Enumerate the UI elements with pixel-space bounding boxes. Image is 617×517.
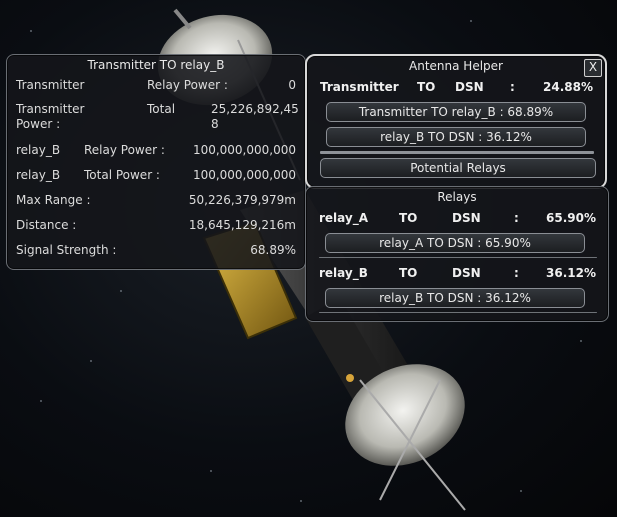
- tx-row-value: 100,000,000,000: [192, 168, 296, 182]
- tx-row-sub: Relay Power :: [147, 78, 228, 92]
- tx-row-value: 100,000,000,000: [192, 143, 296, 157]
- divider: [319, 312, 597, 313]
- relay-percent: 65.90%: [546, 211, 596, 225]
- tx-row-sub: Total Power :: [84, 168, 160, 182]
- tx-row-value: 50,226,379,979m: [188, 193, 296, 207]
- transmitter-panel-title: Transmitter TO relay_B: [87, 58, 225, 72]
- summary-to: TO: [417, 80, 436, 94]
- relay-separator: :: [514, 266, 519, 280]
- tx-row-value: 68.89%: [250, 243, 296, 257]
- tx-row-label: Max Range :: [16, 193, 91, 207]
- link-button[interactable]: Transmitter TO relay_B : 68.89%: [326, 102, 586, 122]
- relay-link-button[interactable]: relay_A TO DSN : 65.90%: [325, 233, 585, 253]
- tx-row-sub: Relay Power :: [84, 143, 165, 157]
- relay-separator: :: [514, 211, 519, 225]
- potential-relays-button[interactable]: Potential Relays: [320, 158, 596, 178]
- tx-row-label: relay_B: [16, 168, 61, 182]
- relay-dest: DSN: [452, 266, 481, 280]
- relay-to: TO: [399, 211, 418, 225]
- divider: [319, 257, 597, 258]
- relay-name: relay_A: [319, 211, 369, 225]
- transmitter-panel: Transmitter TO relay_B Transmitter Relay…: [6, 54, 306, 270]
- link-button[interactable]: relay_B TO DSN : 36.12%: [326, 127, 586, 147]
- tx-row-label: relay_B: [16, 143, 61, 157]
- relay-link-button[interactable]: relay_B TO DSN : 36.12%: [325, 288, 585, 308]
- antenna-helper-window: Antenna Helper X Transmitter TO DSN : 24…: [305, 54, 607, 189]
- summary-percent: 24.88%: [543, 80, 593, 94]
- tx-row-value: 25,226,892,45 8: [211, 102, 299, 131]
- tx-row-label: Transmitter: [16, 78, 85, 92]
- tx-row-value: 18,645,129,216m: [188, 218, 296, 232]
- tx-row-sub: Total: [147, 102, 176, 116]
- relay-name: relay_B: [319, 266, 368, 280]
- relay-percent: 36.12%: [546, 266, 596, 280]
- summary-separator: :: [510, 80, 515, 94]
- summary-source: Transmitter: [320, 80, 399, 94]
- relay-dest: DSN: [452, 211, 481, 225]
- close-button[interactable]: X: [584, 59, 602, 77]
- tx-row-value: 0: [288, 78, 296, 92]
- relays-panel: Relays relay_A TO DSN : 65.90% relay_A T…: [305, 186, 609, 322]
- relay-to: TO: [399, 266, 418, 280]
- antenna-helper-title: Antenna Helper: [409, 59, 503, 73]
- summary-dest: DSN: [455, 80, 484, 94]
- tx-row-label: Transmitter Power :: [16, 102, 85, 131]
- tx-row-label: Distance :: [16, 218, 77, 232]
- relays-title: Relays: [437, 190, 477, 204]
- divider: [320, 151, 594, 154]
- tx-row-label: Signal Strength :: [16, 243, 117, 257]
